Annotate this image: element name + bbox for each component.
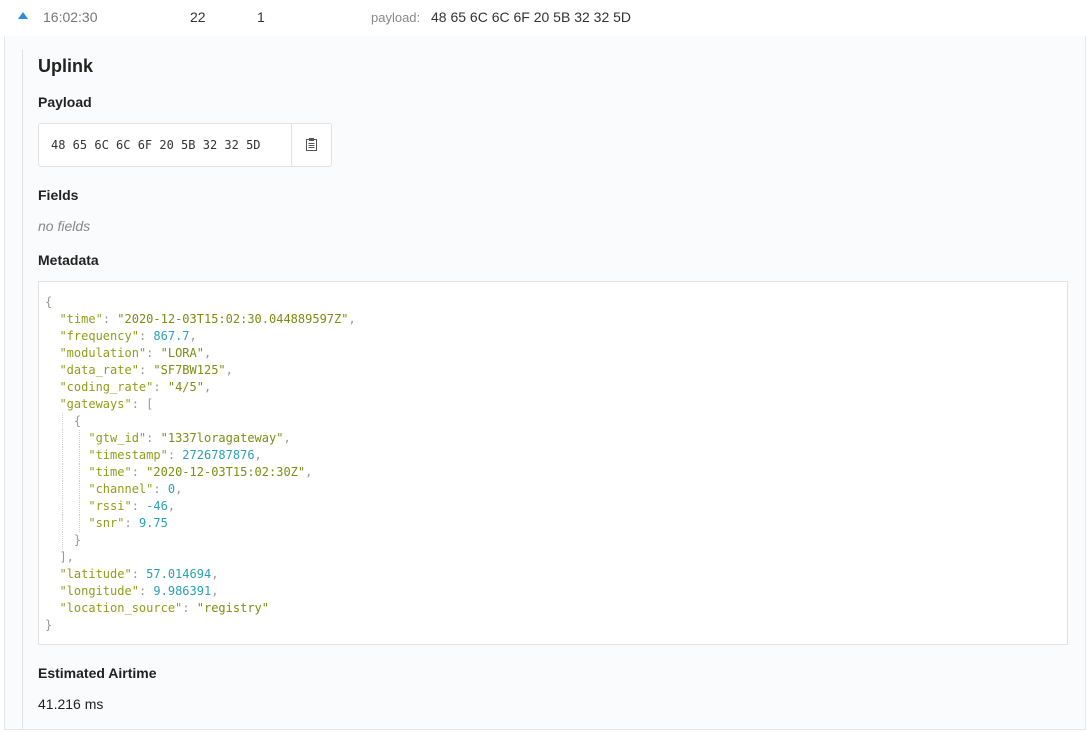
json-value-location-source: registry (203, 601, 262, 615)
metadata-heading: Metadata (38, 252, 99, 268)
fields-heading: Fields (38, 187, 79, 203)
airtime-heading: Estimated Airtime (38, 665, 157, 681)
json-value-time: 2020-12-03T15:02:30.044889597Z (124, 312, 342, 326)
message-time: 16:02:30 (43, 9, 98, 25)
caret-up-icon[interactable] (18, 12, 28, 19)
json-value-coding-rate: 4/5 (175, 380, 197, 394)
payload-hex[interactable]: 48 65 6C 6C 6F 20 5B 32 32 5D (51, 138, 261, 152)
payload-heading: Payload (38, 94, 92, 110)
message-row-header[interactable]: 16:02:30 22 1 payload: 48 65 6C 6C 6F 20… (0, 0, 1088, 36)
uplink-detail-content: Uplink Payload 48 65 6C 6C 6F 20 5B 32 3… (22, 50, 1085, 729)
json-value-rssi: -46 (146, 499, 168, 513)
payload-value: 48 65 6C 6C 6F 20 5B 32 32 5D (431, 9, 632, 25)
fields-empty-text: no fields (38, 218, 91, 234)
uplink-detail-panel: Uplink Payload 48 65 6C 6C 6F 20 5B 32 3… (4, 36, 1086, 730)
json-value-gateway-time: 2020-12-03T15:02:30Z (153, 465, 298, 479)
json-value-gtw-id: 1337loragateway (167, 431, 277, 445)
clipboard-icon (306, 138, 317, 151)
metadata-json-viewer[interactable]: { "time": "2020-12-03T15:02:30.044889597… (38, 281, 1068, 645)
json-value-latitude: 57.014694 (146, 567, 212, 581)
json-value-data-rate: SF7BW125 (160, 363, 219, 377)
airtime-value: 41.216 ms (38, 696, 104, 712)
json-value-modulation: LORA (167, 346, 197, 360)
json-value-channel: 0 (167, 482, 176, 496)
uplink-title: Uplink (38, 56, 94, 76)
metadata-json: { "time": "2020-12-03T15:02:30.044889597… (45, 295, 356, 632)
json-value-frequency: 867.7 (153, 329, 190, 343)
message-port: 1 (257, 9, 265, 25)
payload-box: 48 65 6C 6C 6F 20 5B 32 32 5D (38, 123, 332, 167)
json-value-longitude: 9.986391 (153, 584, 212, 598)
json-value-timestamp: 2726787876 (182, 448, 255, 462)
copy-payload-button[interactable] (291, 124, 332, 166)
message-counter: 22 (190, 9, 206, 25)
payload-label: payload: (371, 10, 421, 25)
json-value-snr: 9.75 (138, 516, 168, 530)
